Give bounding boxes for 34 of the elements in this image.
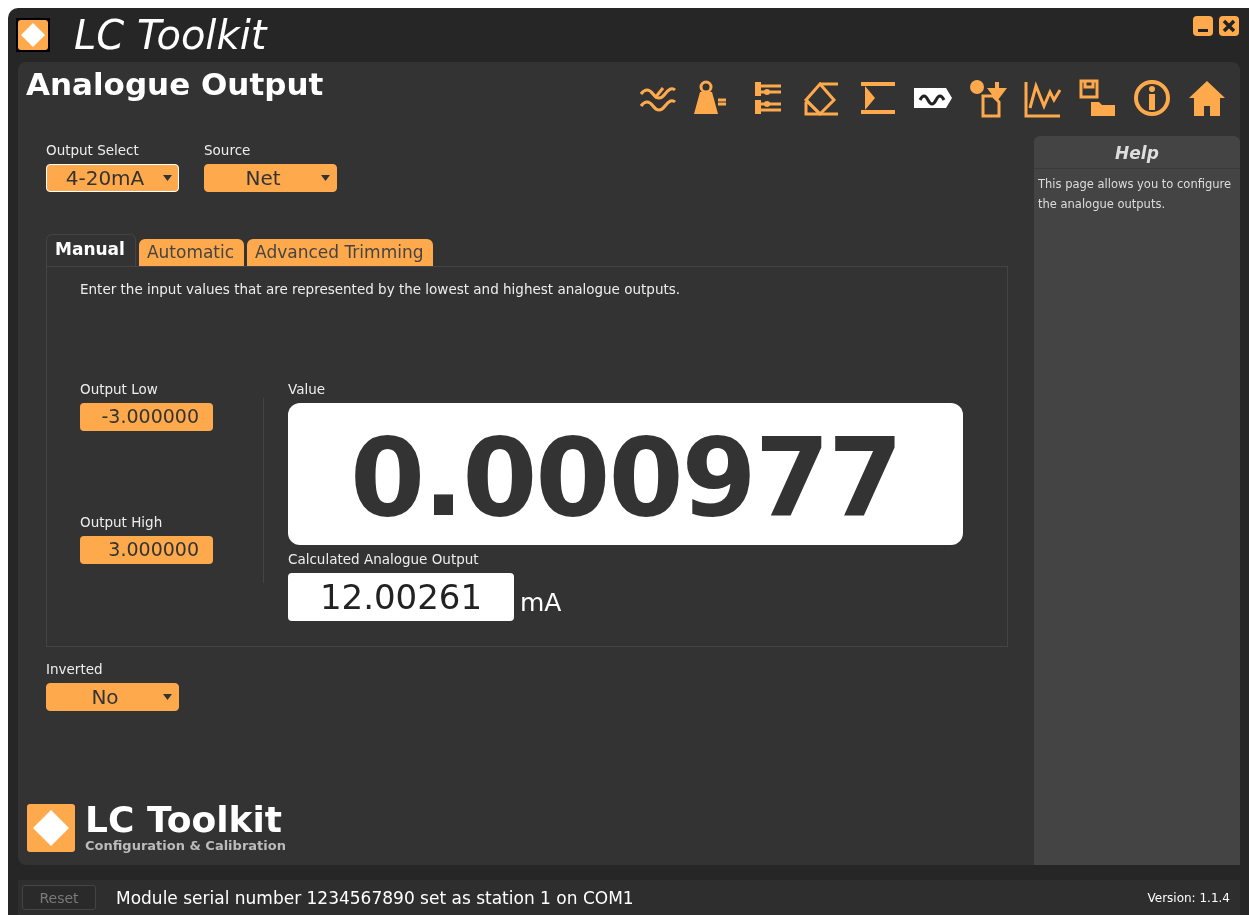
version-text: Version: 1.1.4 (1147, 890, 1230, 905)
field-label: Output High (80, 514, 164, 530)
dropdown[interactable]: No (46, 683, 179, 711)
brand-name: LC Toolkit (85, 802, 283, 838)
help-title: Help (1034, 136, 1240, 169)
value-display: 0.000977 (288, 403, 963, 545)
window-title: LC Toolkit (74, 12, 269, 58)
field-label: Output Low (80, 381, 159, 397)
app-logo-icon (16, 18, 50, 52)
caret-icon (163, 694, 172, 700)
caret-icon (163, 175, 172, 181)
dropdown[interactable]: Net (204, 164, 337, 192)
field-label: Calculated Analogue Output (288, 551, 480, 567)
input-field[interactable]: 3.000000 (80, 536, 213, 564)
tab[interactable]: Manual (46, 234, 136, 266)
close-icon[interactable] (1219, 16, 1239, 36)
tab[interactable]: Automatic (138, 239, 245, 266)
tab[interactable]: Advanced Trimming (247, 239, 434, 266)
field-label: Value (288, 381, 327, 397)
status-message: Module serial number 1234567890 set as station 1 on COM1 (116, 887, 635, 908)
page-title: Analogue Output (26, 66, 325, 102)
unit-label: mA (520, 588, 562, 619)
output-display: 12.00261 (288, 573, 514, 621)
input-field[interactable]: -3.000000 (80, 403, 213, 431)
field-label: Output Select (46, 142, 140, 158)
instruction-text: Enter the input values that are represented by the lowest and highest analogue outputs. (80, 281, 682, 297)
field-label: Source (204, 142, 252, 158)
help-text: This page allows you to configure the analogue outputs. (1037, 176, 1233, 213)
minimize-icon[interactable] (1193, 16, 1213, 36)
caret-icon (321, 175, 330, 181)
brand-tagline: Configuration & Calibration (85, 838, 286, 853)
field-label: Inverted (46, 661, 104, 677)
dropdown[interactable]: 4-20mA (46, 164, 179, 192)
brand-logo-icon (27, 803, 75, 852)
